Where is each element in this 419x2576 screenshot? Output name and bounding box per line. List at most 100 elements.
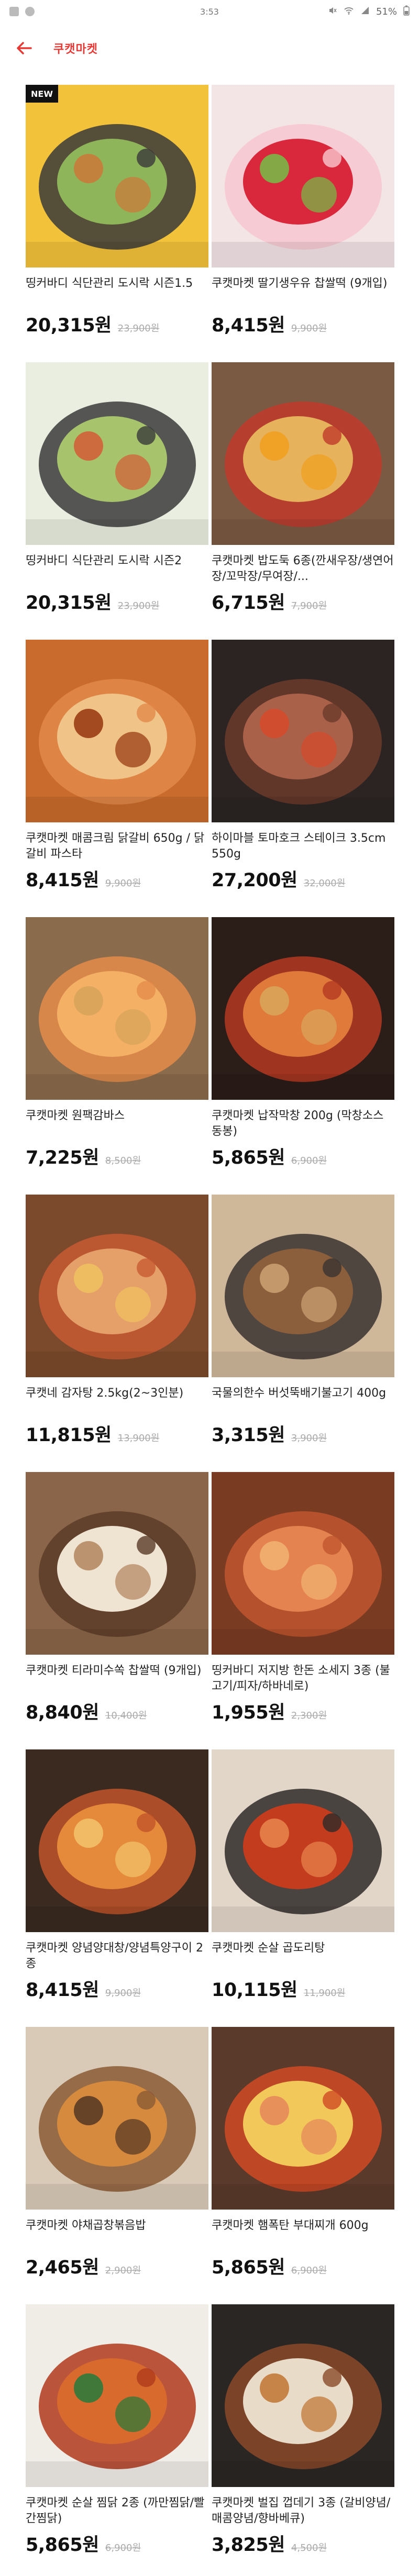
mute-icon <box>328 6 337 18</box>
product-card[interactable]: 국물의한수 버섯뚝배기불고기 400g 3,315원 3,900원 <box>212 1195 394 1453</box>
sale-price: 11,815원 <box>26 1425 112 1446</box>
product-name[interactable]: 쿠캣마켓 원팩감바스 <box>26 1108 208 1140</box>
product-card[interactable]: 쿠캣마켓 순살 찜닭 2종 (까만찜닭/빨간찜닭) 5,865원 6,900원 <box>26 2304 208 2563</box>
product-image[interactable] <box>26 640 208 822</box>
product-card[interactable]: 쿠캣마켓 야채곱창볶음밥 2,465원 2,900원 <box>26 2027 208 2285</box>
product-name[interactable]: 띵커바디 식단관리 도시락 시즌2 <box>26 553 208 585</box>
sale-price: 27,200원 <box>212 870 297 891</box>
product-image[interactable] <box>26 2304 208 2487</box>
product-card[interactable]: 쿠캣마켓 햄폭탄 부대찌개 600g 5,865원 6,900원 <box>212 2027 394 2285</box>
product-card[interactable]: 쿠캣마켓 매콤크림 닭갈비 650g / 닭갈비 파스타 8,415원 9,900원 <box>26 640 208 898</box>
product-name[interactable]: 쿠캣마켓 양념양대창/양념특양구이 2종 <box>26 1941 208 1972</box>
product-image[interactable] <box>212 1749 394 1932</box>
sale-price: 7,225원 <box>26 1147 99 1168</box>
status-time: 3:53 <box>200 6 219 17</box>
app-header: 쿠캣마켓 <box>0 23 419 73</box>
product-name[interactable]: 하이마블 토마호크 스테이크 3.5cm 550g <box>212 831 394 862</box>
product-image[interactable] <box>26 2027 208 2210</box>
original-price: 11,900원 <box>303 1988 346 1999</box>
sale-price: 8,415원 <box>26 870 99 891</box>
sale-price: 5,865원 <box>212 2257 285 2278</box>
original-price: 32,000원 <box>303 878 346 889</box>
price-row: 8,415원 9,900원 <box>26 865 208 892</box>
price-row: 20,315원 23,900원 <box>26 588 208 615</box>
paint-notification-icon <box>25 7 35 16</box>
price-row: 1,955원 2,300원 <box>212 1698 394 1724</box>
product-name[interactable]: 띵커바디 저지방 한돈 소세지 3종 (불고기/피자/하바네로) <box>212 1663 394 1694</box>
price-row: 3,825원 4,500원 <box>212 2530 394 2557</box>
wifi-icon <box>344 6 354 18</box>
product-image[interactable] <box>212 2304 394 2487</box>
product-card[interactable]: 쿠캣마켓 벌집 껍데기 3종 (갈비양념/매콤양념/향바베큐) 3,825원 4,5… <box>212 2304 394 2563</box>
price-row: 5,865원 6,900원 <box>26 2530 208 2557</box>
back-button[interactable] <box>13 37 36 60</box>
product-name[interactable]: 쿠캣마켓 티라미수쏙 찹쌀떡 (9개입) <box>26 1663 208 1694</box>
product-name[interactable]: 국물의한수 버섯뚝배기불고기 400g <box>212 1386 394 1417</box>
sale-price: 10,115원 <box>212 1980 297 2001</box>
price-row: 20,315원 23,900원 <box>26 310 208 337</box>
product-image[interactable] <box>212 2027 394 2210</box>
price-row: 7,225원 8,500원 <box>26 1143 208 1169</box>
original-price: 2,300원 <box>291 1710 327 1721</box>
original-price: 9,900원 <box>105 1988 141 1999</box>
price-row: 8,415원 9,900원 <box>212 310 394 337</box>
product-name[interactable]: 쿠캣마켓 햄폭탄 부대찌개 600g <box>212 2218 394 2249</box>
price-row: 8,840원 10,400원 <box>26 1698 208 1724</box>
product-name[interactable]: 쿠캣마켓 납작막창 200g (막창소스 동봉) <box>212 1108 394 1140</box>
sale-price: 3,825원 <box>212 2535 285 2556</box>
product-image[interactable] <box>212 85 394 267</box>
original-price: 23,900원 <box>117 323 160 334</box>
battery-icon <box>403 5 410 18</box>
sale-price: 6,715원 <box>212 593 285 614</box>
product-card[interactable]: 쿠캣마켓 티라미수쏙 찹쌀떡 (9개입) 8,840원 10,400원 <box>26 1472 208 1731</box>
product-name[interactable]: 쿠캣마켓 벌집 껍데기 3종 (갈비양념/매콤양념/향바베큐) <box>212 2495 394 2527</box>
price-row: 27,200원 32,000원 <box>212 865 394 892</box>
price-row: 11,815원 13,900원 <box>26 1420 208 1447</box>
product-name[interactable]: 쿠캣마켓 밥도둑 6종(깐새우장/생연어장/꼬막장/무여장/... <box>212 553 394 585</box>
original-price: 9,900원 <box>105 878 141 889</box>
sale-price: 1,955원 <box>212 1702 285 1723</box>
product-card[interactable]: 쿠캣마켓 납작막창 200g (막창소스 동봉) 5,865원 6,900원 <box>212 917 394 1176</box>
product-card[interactable]: 쿠캣마켓 순살 곱도리탕 10,115원 11,900원 <box>212 1749 394 2008</box>
product-card[interactable]: 띵커바디 저지방 한돈 소세지 3종 (불고기/피자/하바네로) 1,955원 2,… <box>212 1472 394 1731</box>
product-card[interactable]: 쿠캣네 감자탕 2.5kg(2~3인분) 11,815원 13,900원 <box>26 1195 208 1453</box>
product-image[interactable] <box>26 1472 208 1655</box>
product-name[interactable]: 쿠캣마켓 순살 찜닭 2종 (까만찜닭/빨간찜닭) <box>26 2495 208 2527</box>
product-name[interactable]: 쿠캣네 감자탕 2.5kg(2~3인분) <box>26 1386 208 1417</box>
product-name[interactable]: 띵커바디 식단관리 도시락 시즌1.5 <box>26 276 208 307</box>
product-image[interactable] <box>212 1195 394 1377</box>
product-name[interactable]: 쿠캣마켓 야채곱창볶음밥 <box>26 2218 208 2249</box>
original-price: 9,900원 <box>291 323 327 334</box>
product-name[interactable]: 쿠캣마켓 순살 곱도리탕 <box>212 1941 394 1972</box>
product-card[interactable]: 쿠캣마켓 양념양대창/양념특양구이 2종 8,415원 9,900원 <box>26 1749 208 2008</box>
product-card[interactable]: 쿠캣마켓 딸기생우유 찹쌀떡 (9개입) 8,415원 9,900원 <box>212 85 394 343</box>
sale-price: 5,865원 <box>212 1147 285 1168</box>
product-image[interactable] <box>26 1749 208 1932</box>
price-row: 5,865원 6,900원 <box>212 1143 394 1169</box>
product-card[interactable]: 쿠캣마켓 밥도둑 6종(깐새우장/생연어장/꼬막장/무여장/... 6,715원 7… <box>212 362 394 621</box>
battery-text: 51% <box>376 6 397 17</box>
status-right: 51% <box>328 5 410 18</box>
product-card[interactable]: NEW 띵커바디 식단관리 도시락 시즌1.5 20,315원 23,900원 <box>26 85 208 343</box>
product-card[interactable]: 하이마블 토마호크 스테이크 3.5cm 550g 27,200원 32,000원 <box>212 640 394 898</box>
status-left <box>9 7 35 16</box>
product-image[interactable] <box>26 1195 208 1377</box>
product-image[interactable]: NEW <box>26 85 208 267</box>
product-image[interactable] <box>212 362 394 545</box>
product-image[interactable] <box>212 1472 394 1655</box>
original-price: 3,900원 <box>291 1433 327 1444</box>
product-name[interactable]: 쿠캣마켓 매콤크림 닭갈비 650g / 닭갈비 파스타 <box>26 831 208 862</box>
product-name[interactable]: 쿠캣마켓 딸기생우유 찹쌀떡 (9개입) <box>212 276 394 307</box>
product-image[interactable] <box>26 917 208 1100</box>
original-price: 23,900원 <box>117 600 160 611</box>
sale-price: 5,865원 <box>26 2535 99 2556</box>
product-image[interactable] <box>26 362 208 545</box>
sale-price: 8,415원 <box>212 315 285 336</box>
product-image[interactable] <box>212 917 394 1100</box>
status-bar: 3:53 51% <box>0 0 419 23</box>
product-card[interactable]: 띵커바디 식단관리 도시락 시즌2 20,315원 23,900원 <box>26 362 208 621</box>
product-image[interactable] <box>212 640 394 822</box>
sale-price: 8,840원 <box>26 1702 99 1723</box>
product-card[interactable]: 쿠캣마켓 원팩감바스 7,225원 8,500원 <box>26 917 208 1176</box>
price-row: 5,865원 6,900원 <box>212 2252 394 2279</box>
